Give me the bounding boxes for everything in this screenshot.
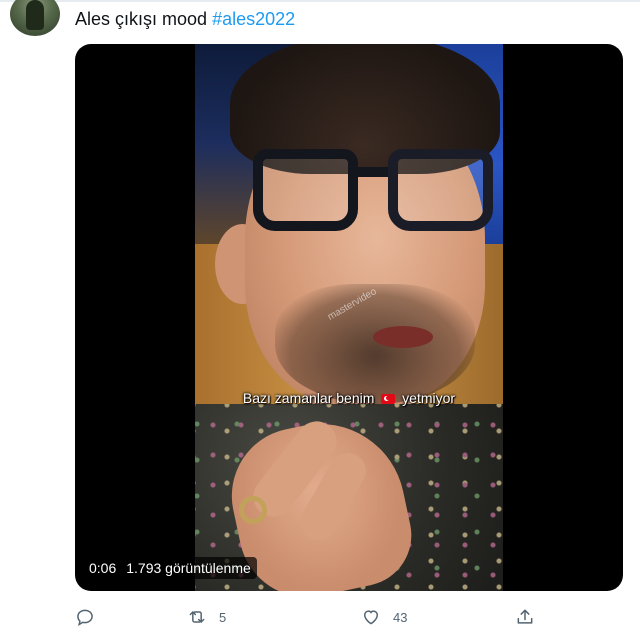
retweet-icon [189, 611, 205, 623]
caption-text-start: Bazı zamanlar benim [242, 390, 379, 406]
tweet-page: Ales çıkışı mood #ales2022 mastervideo B… [0, 0, 640, 636]
tweet-text: Ales çıkışı mood #ales2022 [75, 9, 295, 30]
video-time-badge: 0:06 1.793 görüntülenme [83, 557, 257, 579]
avatar-figure [26, 0, 44, 30]
share-icon [517, 609, 533, 624]
retweet-button[interactable]: 5 [187, 604, 226, 630]
reply-icon [77, 609, 93, 627]
share-button[interactable] [515, 604, 535, 630]
mouth [373, 326, 433, 348]
glasses-bridge [353, 167, 393, 177]
beard [275, 284, 475, 404]
reply-button[interactable] [75, 604, 95, 630]
video-caption: Bazı zamanlar benim yetmiyor [195, 390, 503, 406]
like-button[interactable]: 43 [361, 604, 407, 630]
video-time: 0:06 [89, 560, 117, 576]
caption-text-end: yetmiyor [398, 390, 456, 406]
tweet-actions: 5 43 [75, 604, 623, 630]
tweet-body: Ales çıkışı mood [75, 9, 213, 29]
avatar[interactable] [10, 0, 60, 36]
hashtag-link[interactable]: #ales2022 [212, 9, 295, 29]
turkey-flag-icon [381, 394, 396, 404]
video-frame: mastervideo Bazı zamanlar benim yetmiyor [195, 44, 503, 591]
right-lens [388, 149, 493, 231]
view-count: 1.793 görüntülenme [126, 560, 251, 576]
like-count: 43 [393, 609, 408, 625]
heart-icon [364, 610, 378, 625]
glasses [253, 149, 493, 239]
left-lens [253, 149, 358, 231]
top-divider [0, 0, 640, 2]
retweet-count: 5 [219, 609, 227, 625]
ring [239, 496, 267, 524]
video-player[interactable]: mastervideo Bazı zamanlar benim yetmiyor… [75, 44, 623, 591]
